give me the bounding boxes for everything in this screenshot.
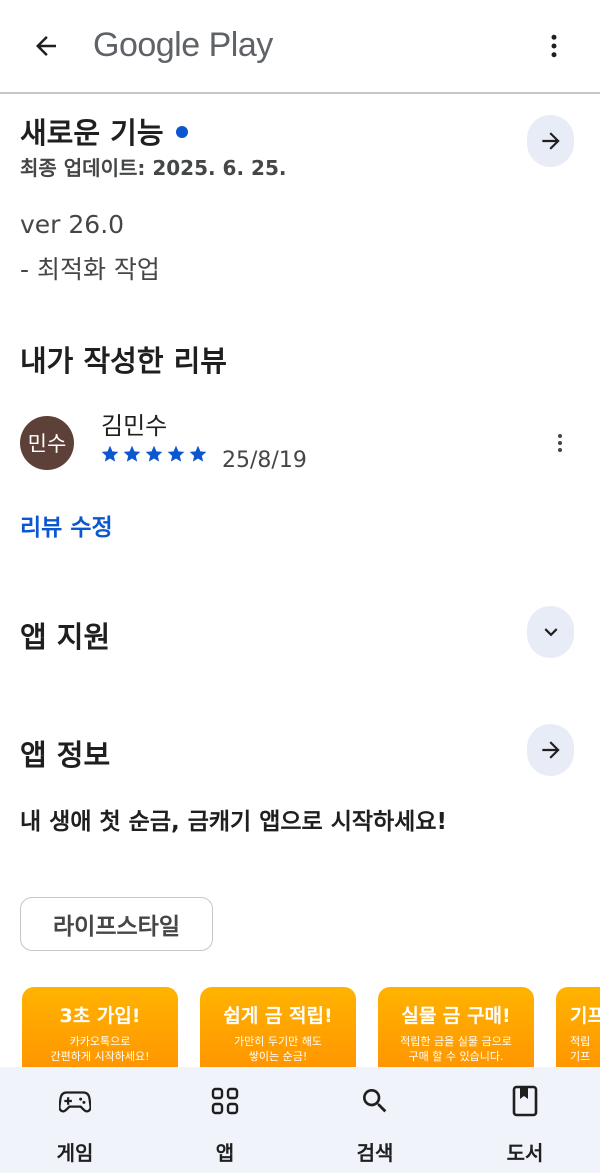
promo-subtitle-line2: 구매 할 수 있습니다. (408, 1050, 504, 1063)
review-menu-button[interactable] (548, 425, 572, 461)
promo-title: 쉽게 금 적립! (223, 1005, 333, 1027)
reviewer-name: 김민수 (101, 412, 168, 440)
promo-subtitle-line1: 가만히 두기만 해도 (234, 1035, 322, 1048)
app-support-expand-button[interactable] (527, 606, 574, 658)
version-text: ver 26.0 (20, 210, 125, 239)
app-info-title: 앱 정보 (20, 738, 111, 772)
nav-label-books: 도서 (506, 1141, 544, 1165)
nav-item-games[interactable]: 게임 (0, 1067, 150, 1173)
promo-subtitle-line2: 기프 (570, 1050, 591, 1063)
back-button[interactable] (26, 26, 66, 66)
edit-review-link[interactable]: 리뷰 수정 (20, 508, 113, 542)
nav-label-apps: 앱 (215, 1141, 235, 1165)
nav-label-games: 게임 (56, 1141, 94, 1165)
last-updated-text: 최종 업데이트: 2025. 6. 25. (20, 156, 287, 180)
arrow-left-icon (36, 36, 56, 56)
nav-item-search[interactable]: 검색 (300, 1067, 450, 1173)
nav-label-search: 검색 (356, 1141, 394, 1165)
promo-title: 3초 가입! (59, 1005, 141, 1027)
google-play-logo: Google Play (93, 26, 273, 64)
star-icon (189, 445, 207, 462)
promo-title: 실물 금 구매! (401, 1005, 511, 1027)
apps-grid-icon (209, 1085, 241, 1117)
overflow-menu-button[interactable] (534, 26, 574, 66)
arrow-right-icon (541, 132, 560, 150)
bottom-navigation: 게임 앱 검색 도서 (0, 1067, 600, 1173)
promo-title: 기프 (570, 1005, 600, 1027)
star-icon (123, 445, 141, 462)
review-date: 25/8/19 (222, 448, 307, 473)
promo-subtitle-line2: 쌓이는 순금! (248, 1050, 308, 1063)
promo-subtitle-line2: 간편하게 시작하세요! (50, 1050, 150, 1063)
avatar: 민수 (20, 416, 74, 470)
whats-new-arrow-button[interactable] (527, 115, 574, 167)
release-note-text: - 최적화 작업 (20, 255, 160, 284)
app-info-arrow-button[interactable] (527, 724, 574, 776)
nav-item-books[interactable]: 도서 (450, 1067, 600, 1173)
rating-stars (100, 444, 208, 464)
app-support-title: 앱 지원 (20, 620, 111, 654)
new-indicator-dot (175, 126, 188, 138)
promo-subtitle-line1: 적립한 금을 실물 금으로 (400, 1035, 512, 1048)
whats-new-title-text: 새로운 기능 (20, 116, 164, 150)
category-chip[interactable]: 라이프스타일 (20, 897, 213, 951)
star-icon (101, 445, 119, 462)
search-icon (359, 1085, 391, 1117)
more-vert-icon (558, 434, 562, 452)
star-icon (167, 445, 185, 462)
top-app-bar: Google Play (0, 0, 600, 94)
chevron-down-icon (544, 628, 557, 637)
star-icon (145, 445, 163, 462)
whats-new-title: 새로운 기능 (20, 110, 188, 152)
nav-item-apps[interactable]: 앱 (150, 1067, 300, 1173)
book-icon (509, 1085, 541, 1117)
arrow-right-icon (541, 741, 560, 759)
gamepad-icon (59, 1085, 91, 1117)
app-description: 내 생애 첫 순금, 금캐기 앱으로 시작하세요! (20, 809, 447, 835)
promo-subtitle-line1: 카카오톡으로 (69, 1035, 131, 1048)
promo-subtitle-line1: 적립 (570, 1035, 591, 1048)
more-vert-icon (551, 34, 557, 58)
my-review-title: 내가 작성한 리뷰 (20, 344, 227, 378)
